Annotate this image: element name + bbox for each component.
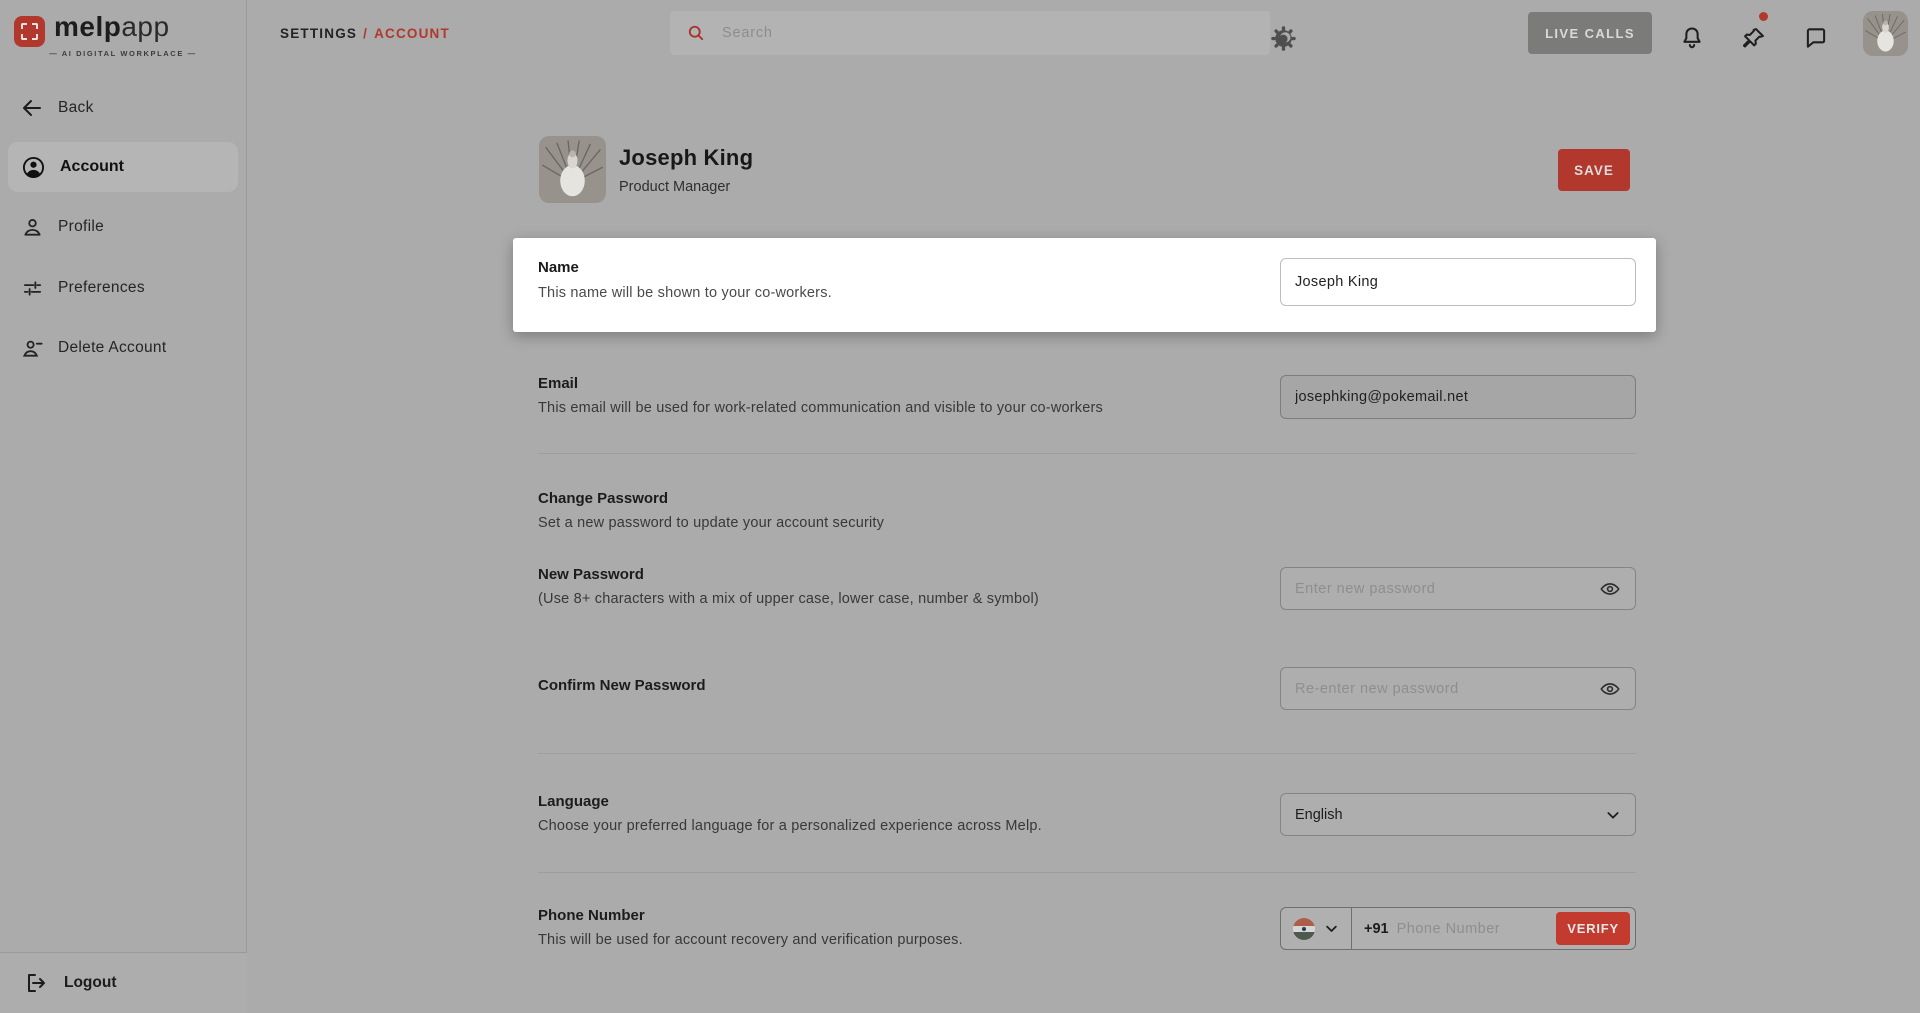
new-password-input[interactable]: [1280, 567, 1636, 610]
email-input[interactable]: [1280, 375, 1636, 419]
india-flag-icon: [1293, 918, 1315, 940]
page-title: Joseph King: [619, 145, 753, 171]
account-circle-icon: [21, 155, 46, 180]
profile-avatar[interactable]: [539, 136, 606, 203]
top-header: SETTINGS / ACCOUNT LIVE CALLS: [247, 0, 1920, 66]
pin-notification-dot: [1759, 12, 1768, 21]
language-description: Choose your preferred language for a per…: [538, 818, 1042, 834]
sidebar-item-label: Account: [60, 158, 124, 176]
language-select[interactable]: English: [1280, 793, 1636, 836]
sidebar-item-preferences[interactable]: Preferences: [0, 268, 247, 308]
email-row: Email This email will be used for work-r…: [538, 375, 1103, 416]
confirm-password-label: Confirm New Password: [538, 677, 706, 694]
theme-toggle-icon[interactable]: [1270, 25, 1296, 51]
change-password-title: Change Password: [538, 490, 884, 507]
section-divider: [538, 453, 1636, 454]
name-input[interactable]: [1280, 258, 1636, 306]
breadcrumb-settings[interactable]: SETTINGS: [280, 26, 357, 41]
chevron-down-icon: [1324, 921, 1339, 936]
sidebar-item-label: Delete Account: [58, 339, 166, 357]
app-tagline: — AI DIGITAL WORKPLACE —: [38, 49, 208, 58]
change-password-section-header: Change Password Set a new password to up…: [538, 490, 884, 531]
search-input[interactable]: [720, 24, 1254, 42]
new-password-label: New Password: [538, 566, 1039, 583]
new-password-hint: (Use 8+ characters with a mix of upper c…: [538, 591, 1039, 607]
back-label: Back: [58, 99, 94, 117]
language-label: Language: [538, 793, 1042, 810]
pin-icon[interactable]: [1740, 25, 1766, 51]
user-avatar[interactable]: [1863, 11, 1908, 56]
sidebar-item-label: Preferences: [58, 279, 145, 297]
language-row: Language Choose your preferred language …: [538, 793, 1042, 834]
name-row-spotlight: Name This name will be shown to your co-…: [513, 238, 1656, 332]
separator: [1351, 907, 1352, 950]
phone-label: Phone Number: [538, 907, 963, 924]
breadcrumb-separator: /: [363, 26, 368, 41]
sidebar-item-profile[interactable]: Profile: [0, 207, 247, 247]
melp-logo-icon: [14, 16, 45, 47]
section-divider: [538, 753, 1636, 754]
confirm-password-row: Confirm New Password: [538, 677, 706, 694]
breadcrumb-account: ACCOUNT: [374, 26, 450, 41]
name-label: Name: [538, 259, 579, 276]
sidebar-item-delete-account[interactable]: Delete Account: [0, 328, 247, 368]
save-button[interactable]: SAVE: [1558, 149, 1630, 191]
name-description: This name will be shown to your co-worke…: [538, 285, 832, 301]
sidebar-item-account[interactable]: Account: [8, 142, 238, 192]
person-icon: [20, 215, 44, 239]
eye-icon[interactable]: [1599, 678, 1621, 700]
search-bar[interactable]: [670, 11, 1270, 55]
account-settings-panel: Joseph King Product Manager SAVE Name Th…: [247, 66, 1920, 1013]
logout-label: Logout: [64, 974, 117, 992]
confirm-password-input[interactable]: [1280, 667, 1636, 710]
new-password-row: New Password (Use 8+ characters with a m…: [538, 566, 1039, 607]
email-description: This email will be used for work-related…: [538, 400, 1103, 416]
person-remove-icon: [20, 336, 44, 360]
country-select[interactable]: [1281, 908, 1351, 949]
breadcrumb: SETTINGS / ACCOUNT: [280, 0, 450, 66]
sidebar: melpapp — AI DIGITAL WORKPLACE — Back Ac…: [0, 0, 247, 1013]
dial-code: +91: [1364, 921, 1389, 937]
preferences-icon: [20, 276, 44, 300]
phone-row: Phone Number This will be used for accou…: [538, 907, 963, 948]
section-divider: [538, 872, 1636, 873]
live-calls-button[interactable]: LIVE CALLS: [1528, 12, 1652, 54]
chat-icon[interactable]: [1803, 25, 1829, 51]
phone-input-group: +91 VERIFY: [1280, 907, 1636, 950]
phone-description: This will be used for account recovery a…: [538, 932, 963, 948]
change-password-description: Set a new password to update your accoun…: [538, 515, 884, 531]
language-value: English: [1295, 807, 1343, 823]
bell-icon[interactable]: [1679, 25, 1705, 51]
back-arrow-icon: [20, 96, 44, 120]
search-icon: [686, 23, 706, 43]
back-button[interactable]: Back: [0, 88, 247, 128]
verify-button[interactable]: VERIFY: [1556, 912, 1630, 945]
email-label: Email: [538, 375, 1103, 392]
eye-icon[interactable]: [1599, 578, 1621, 600]
logout-button[interactable]: Logout: [0, 952, 247, 1013]
logout-icon: [24, 971, 48, 995]
chevron-down-icon: [1605, 807, 1621, 823]
app-wordmark: melpapp: [54, 11, 170, 43]
phone-number-input[interactable]: [1395, 920, 1557, 938]
sidebar-item-label: Profile: [58, 218, 104, 236]
profile-role: Product Manager: [619, 179, 730, 195]
